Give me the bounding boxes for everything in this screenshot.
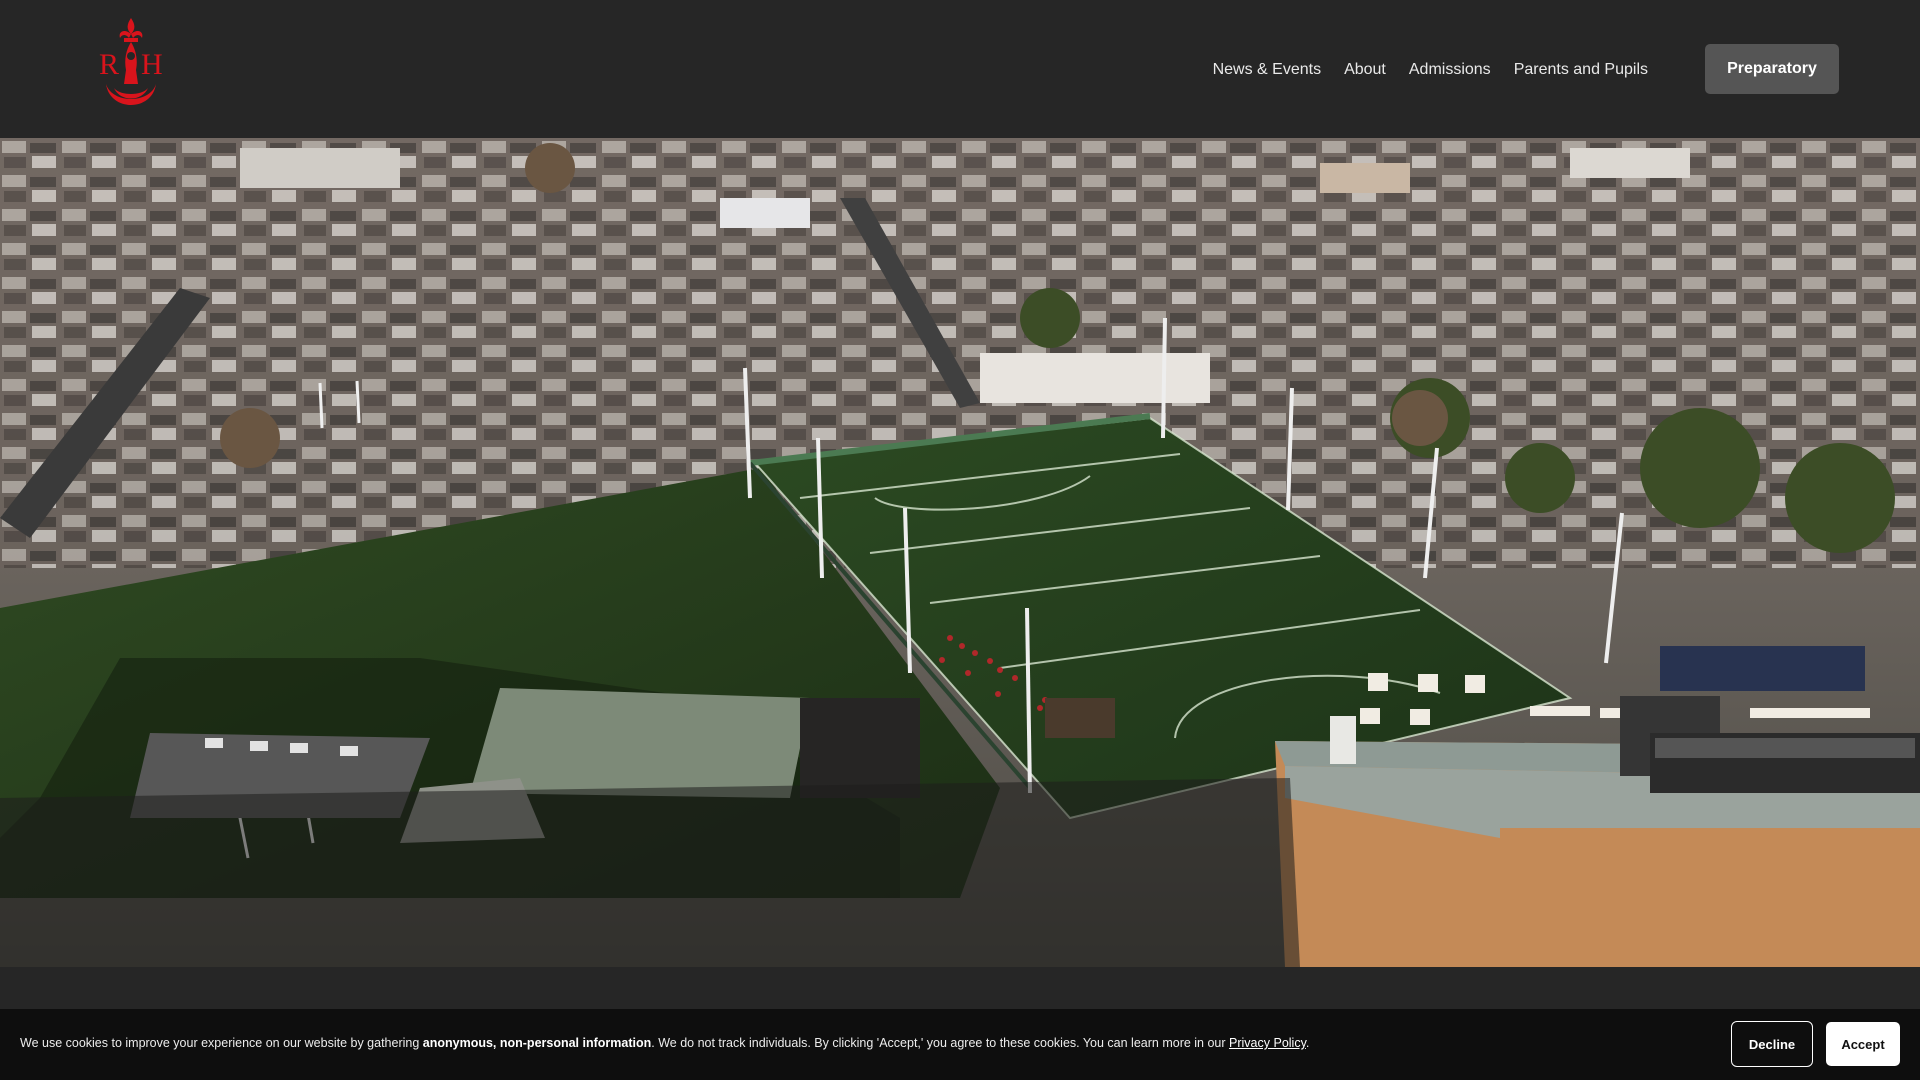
nav-about[interactable]: About [1344, 61, 1386, 79]
cookie-banner: We use cookies to improve your experienc… [0, 1009, 1920, 1080]
nav-admissions[interactable]: Admissions [1409, 61, 1491, 79]
site-header: R H News & Events About Admissions Paren… [0, 0, 1920, 138]
preparatory-button[interactable]: Preparatory [1705, 44, 1839, 94]
hero-aerial-image [0, 138, 1920, 967]
svg-text:R: R [99, 48, 119, 81]
main-nav: News & Events About Admissions Parents a… [1213, 50, 1648, 90]
school-crest-icon: R H [99, 18, 163, 105]
cookie-text-bold: anonymous, non-personal information [422, 1036, 652, 1050]
cookie-text-post: . [1305, 1036, 1310, 1050]
nav-parents-pupils[interactable]: Parents and Pupils [1514, 61, 1648, 79]
privacy-policy-link[interactable]: Privacy Policy [1229, 1036, 1306, 1050]
cookie-text-mid: . We do not track individuals. By clicki… [651, 1036, 1230, 1050]
cookie-decline-button[interactable]: Decline [1731, 1021, 1813, 1067]
cookie-text-pre: We use cookies to improve your experienc… [20, 1036, 423, 1050]
cookie-accept-button[interactable]: Accept [1826, 1022, 1900, 1066]
aerial-campus-illustration [0, 138, 1920, 967]
cookie-message: We use cookies to improve your experienc… [20, 1036, 1309, 1050]
hero-bottom-strip [0, 967, 1920, 1009]
school-logo[interactable]: R H [96, 16, 166, 122]
nav-news-events[interactable]: News & Events [1213, 61, 1321, 79]
svg-text:H: H [141, 48, 163, 81]
